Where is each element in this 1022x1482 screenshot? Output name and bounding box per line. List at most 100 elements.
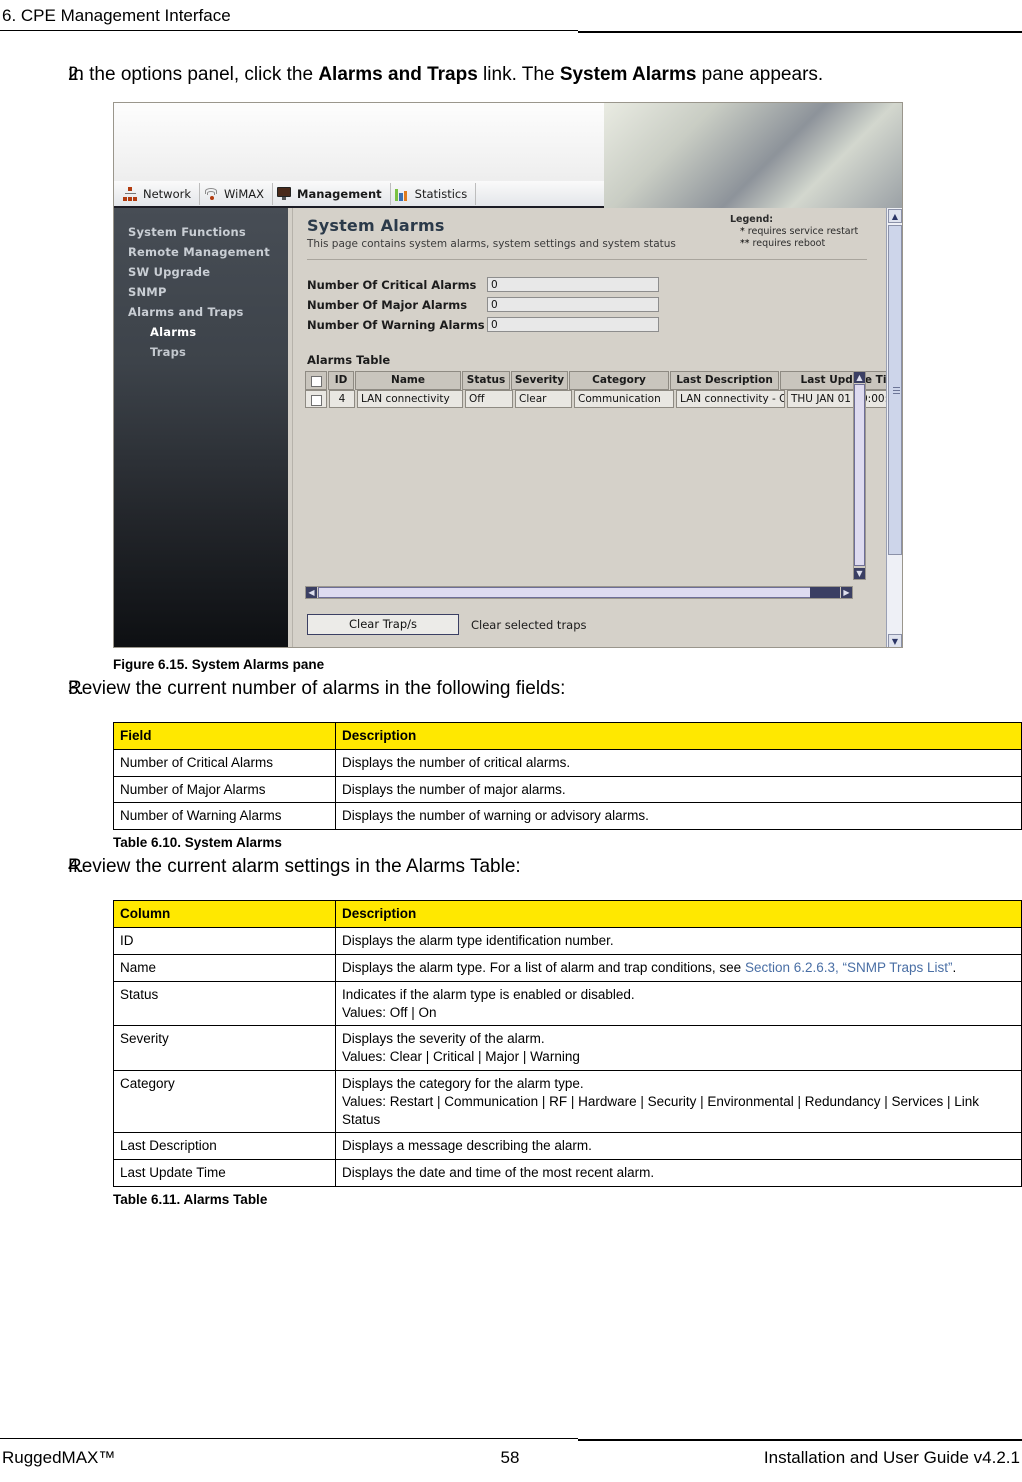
legend-text-reboot: requires reboot: [752, 237, 826, 249]
step-3-number: 3.: [68, 678, 84, 699]
horizontal-scroll-end-block[interactable]: [810, 587, 840, 598]
value-warning-alarms[interactable]: 0: [487, 317, 659, 332]
scroll-grip-icon: [893, 390, 900, 391]
scroll-down-arrow-icon[interactable]: ▼: [854, 568, 865, 579]
alarms-table-header-row: ID Name Status Severity Category Last De…: [305, 371, 902, 390]
scroll-up-arrow-icon[interactable]: ▲: [854, 372, 865, 383]
header-last-update-time[interactable]: Last Update Time: [780, 371, 902, 390]
header-category[interactable]: Category: [569, 371, 669, 390]
header-status[interactable]: Status: [462, 371, 510, 390]
table-611-r1-column: Name: [113, 953, 336, 982]
alarms-table: ID Name Status Severity Category Last De…: [305, 371, 902, 408]
options-sidebar[interactable]: System Functions Remote Management SW Up…: [114, 208, 288, 647]
figure-caption: Figure 6.15. System Alarms pane: [113, 657, 325, 672]
tab-network[interactable]: Network: [119, 182, 201, 205]
tab-statistics-label: Statistics: [414, 186, 468, 201]
pane-divider: [307, 259, 867, 260]
header-last-description[interactable]: Last Description: [670, 371, 779, 390]
table-row: Severity Displays the severity of the al…: [113, 1025, 1022, 1071]
system-alarms-screenshot: Network WiMAX Management Statistics Syst…: [113, 102, 903, 648]
tab-wimax-label: WiMAX: [224, 186, 265, 201]
alarms-table-horizontal-scrollbar[interactable]: ◀ ▶: [305, 586, 853, 599]
table-611-r3-column: Severity: [113, 1025, 336, 1071]
cell-last-description: LAN connectivity - Ok: [676, 390, 785, 408]
table-row: ID Displays the alarm type identificatio…: [113, 927, 1022, 955]
step-4: 4. Review the current alarm settings in …: [0, 850, 1022, 882]
sidebar-item-snmp[interactable]: SNMP: [128, 282, 288, 302]
table-611-header-column: Column: [113, 900, 336, 929]
page-scroll-thumb[interactable]: [888, 225, 902, 555]
table-611-wrapper: Column Description ID Displays the alarm…: [0, 882, 1022, 1187]
table-610: Field Description Number of Critical Ala…: [113, 722, 1022, 831]
select-all-checkbox[interactable]: [310, 375, 322, 387]
scroll-right-arrow-icon[interactable]: ▶: [841, 587, 852, 598]
step-3-text: Review the current number of alarms in t…: [68, 678, 566, 699]
table-610-r0-field: Number of Critical Alarms: [113, 748, 336, 777]
main-tab-bar[interactable]: Network WiMAX Management Statistics: [114, 181, 604, 208]
tab-statistics[interactable]: Statistics: [391, 182, 477, 205]
snmp-traps-list-link[interactable]: Section 6.2.6.3, “SNMP Traps List”: [745, 960, 953, 975]
page-vertical-scrollbar[interactable]: ▲ ▼: [886, 208, 902, 647]
header-severity[interactable]: Severity: [511, 371, 568, 390]
table-610-header-row: Field Description: [113, 722, 1022, 750]
page-scroll-up-arrow-icon[interactable]: ▲: [888, 209, 902, 223]
wimax-icon: [204, 187, 219, 201]
value-major-alarms[interactable]: 0: [487, 297, 659, 312]
table-611-r1-desc-pre: Displays the alarm type. For a list of a…: [342, 959, 745, 975]
sidebar-item-system-functions[interactable]: System Functions: [128, 222, 288, 242]
table-611-r4-desc: Displays the category for the alarm type…: [342, 1075, 584, 1091]
footer-page-number: 58: [500, 1448, 520, 1467]
pane-inner: System Alarms This page contains system …: [292, 208, 902, 647]
table-610-header-field: Field: [113, 722, 336, 750]
table-row: Status Indicates if the alarm type is en…: [113, 980, 1022, 1027]
network-icon: [123, 186, 138, 201]
table-611-r4-description: Displays the category for the alarm type…: [335, 1069, 1022, 1134]
table-row: Number of Warning Alarms Displays the nu…: [113, 802, 1022, 831]
tab-wimax[interactable]: WiMAX: [200, 182, 274, 205]
system-alarms-pane: System Alarms This page contains system …: [288, 208, 902, 647]
table-611-caption: Table 6.11. Alarms Table: [113, 1192, 268, 1207]
table-row[interactable]: 4 LAN connectivity Off Clear Communicati…: [305, 390, 902, 408]
table-611-r5-description: Displays a message describing the alarm.: [335, 1132, 1022, 1161]
sidebar-item-remote-management[interactable]: Remote Management: [128, 242, 288, 262]
step-3: 3. Review the current number of alarms i…: [0, 672, 1022, 704]
step-2-post: pane appears.: [696, 64, 824, 85]
sidebar-item-traps[interactable]: Traps: [128, 342, 288, 362]
cell-status[interactable]: Off: [465, 390, 513, 408]
value-critical-alarms[interactable]: 0: [487, 277, 659, 292]
table-611-r4-values: Values: Restart | Communication | RF | H…: [342, 1093, 980, 1127]
sidebar-item-sw-upgrade[interactable]: SW Upgrade: [128, 262, 288, 282]
clear-traps-button[interactable]: Clear Trap/s: [307, 614, 459, 635]
vertical-scroll-thumb[interactable]: [854, 384, 865, 566]
step-2-bold-system-alarms: System Alarms: [559, 64, 697, 85]
legend-marker-single-star: *: [740, 225, 745, 237]
horizontal-scroll-thumb[interactable]: [318, 587, 818, 598]
table-610-r1-description: Displays the number of major alarms.: [335, 775, 1022, 804]
sidebar-item-alarms[interactable]: Alarms: [128, 322, 288, 342]
field-row-major-alarms: Number Of Major Alarms 0: [307, 296, 867, 313]
footer-rule: [0, 1438, 1022, 1441]
alarms-table-vertical-scrollbar[interactable]: ▲ ▼: [853, 371, 866, 580]
legend-row-service-restart: * requires service restart: [730, 226, 858, 238]
scroll-left-arrow-icon[interactable]: ◀: [306, 587, 317, 598]
page-scroll-down-arrow-icon[interactable]: ▼: [888, 634, 902, 647]
clear-traps-note: Clear selected traps: [471, 617, 587, 632]
sidebar-item-alarms-and-traps[interactable]: Alarms and Traps: [128, 302, 288, 322]
table-611-header-description: Description: [335, 900, 1022, 929]
row-select-checkbox-cell[interactable]: [305, 390, 327, 408]
table-611-r6-description: Displays the date and time of the most r…: [335, 1159, 1022, 1187]
header-select-all-checkbox-cell[interactable]: [305, 371, 327, 390]
cell-id: 4: [329, 390, 355, 408]
alarm-count-fields: Number Of Critical Alarms 0 Number Of Ma…: [307, 276, 867, 336]
tab-management-label: Management: [297, 186, 382, 201]
header-name[interactable]: Name: [355, 371, 461, 390]
table-611-r3-values: Values: Clear | Critical | Major | Warni…: [342, 1049, 580, 1065]
tab-management[interactable]: Management: [273, 182, 391, 205]
legend-title: Legend:: [730, 214, 774, 225]
tab-network-label: Network: [143, 186, 192, 201]
alarms-table-title: Alarms Table: [307, 353, 391, 367]
table-611-r0-description: Displays the alarm type identification n…: [335, 927, 1022, 955]
row-checkbox[interactable]: [310, 394, 322, 406]
header-id[interactable]: ID: [328, 371, 354, 390]
table-611-r1-description: Displays the alarm type. For a list of a…: [335, 953, 1022, 982]
